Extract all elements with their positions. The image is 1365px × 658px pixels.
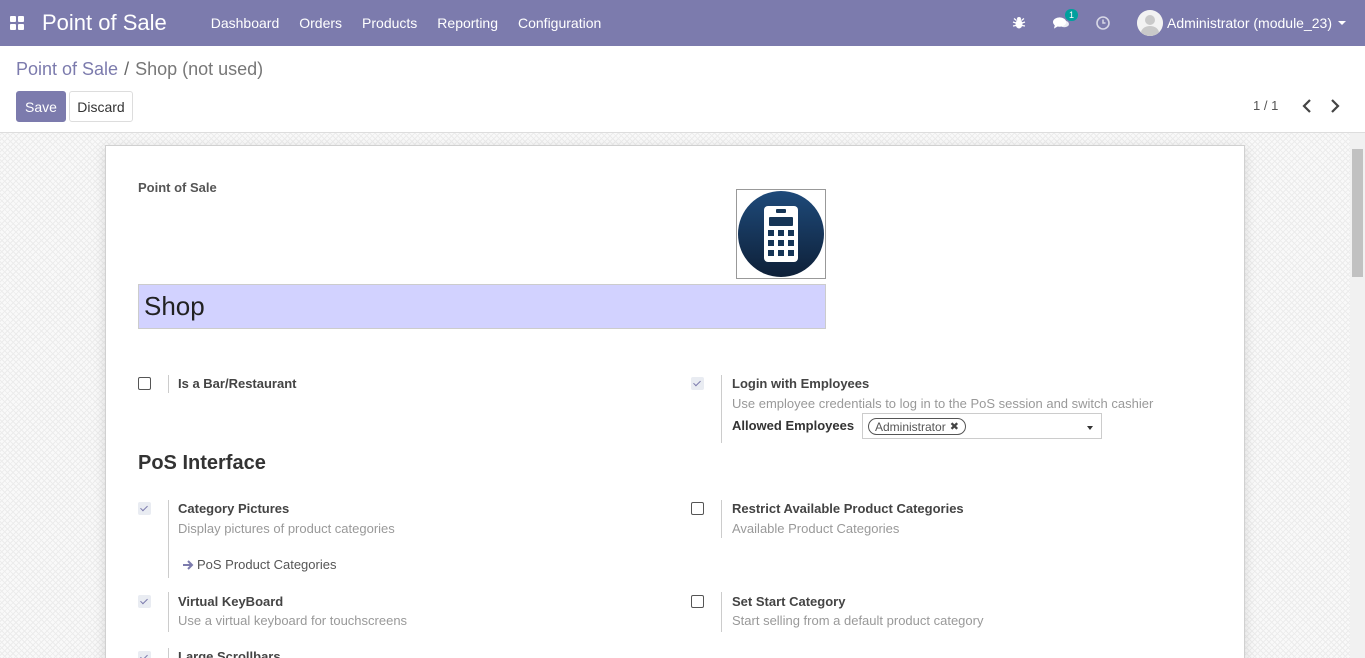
login-employees-label: Login with Employees (732, 376, 870, 391)
discard-button[interactable]: Discard (69, 91, 133, 122)
category-pictures-checkbox[interactable] (138, 502, 151, 515)
arrow-right-icon (183, 559, 194, 570)
remove-tag-icon[interactable]: ✖ (950, 420, 959, 433)
pos-product-categories-label: PoS Product Categories (197, 557, 337, 572)
chat-icon[interactable]: 1 (1053, 9, 1079, 31)
allowed-employees-label: Allowed Employees (732, 418, 855, 433)
calculator-icon (738, 191, 824, 277)
app-brand[interactable]: Point of Sale (42, 10, 167, 36)
avatar[interactable] (1137, 10, 1164, 36)
start-category-checkbox[interactable] (691, 595, 704, 608)
bug-icon[interactable] (1011, 15, 1027, 31)
top-navbar: Point of Sale Dashboard Orders Products … (0, 0, 1365, 46)
category-pictures-label: Category Pictures (178, 501, 290, 516)
menu-item-dashboard[interactable]: Dashboard (211, 15, 280, 31)
menu-item-configuration[interactable]: Configuration (518, 15, 601, 31)
systray: 1 Administrator (module_23) (1011, 0, 1365, 46)
employee-tag: Administrator ✖ (868, 418, 966, 435)
form-section-label: Point of Sale (138, 180, 217, 195)
large-scrollbars-label: Large Scrollbars (178, 649, 281, 658)
form-view: Point of Sale Shop Is a Bar/Restaurant L… (0, 133, 1350, 658)
restrict-categories-checkbox[interactable] (691, 502, 704, 515)
menu-item-reporting[interactable]: Reporting (437, 15, 498, 31)
setting-divider (721, 592, 722, 632)
save-button[interactable]: Save (16, 91, 66, 122)
breadcrumb-separator: / (124, 59, 130, 79)
virtual-keyboard-label: Virtual KeyBoard (178, 594, 284, 609)
is-bar-label: Is a Bar/Restaurant (178, 376, 297, 391)
clock-icon[interactable] (1095, 15, 1111, 31)
setting-divider (721, 500, 722, 538)
is-bar-checkbox[interactable] (138, 377, 151, 390)
chevron-down-icon[interactable] (1338, 21, 1346, 25)
restrict-categories-help: Available Product Categories (732, 521, 900, 536)
restrict-categories-label: Restrict Available Product Categories (732, 501, 964, 516)
setting-divider (168, 375, 169, 393)
messages-badge: 1 (1065, 9, 1079, 21)
chevron-left-icon[interactable] (1300, 98, 1314, 114)
chevron-down-icon[interactable] (1087, 426, 1093, 430)
start-category-help: Start selling from a default product cat… (732, 613, 984, 628)
scrollbar-thumb[interactable] (1352, 149, 1363, 277)
setting-divider (168, 648, 169, 658)
breadcrumb-parent[interactable]: Point of Sale (16, 59, 118, 79)
pager-value[interactable]: 1 / 1 (1253, 98, 1278, 113)
breadcrumb: Point of Sale / Shop (not used) (16, 59, 263, 80)
apps-menu-icon[interactable] (10, 16, 24, 30)
pos-image[interactable] (736, 189, 826, 279)
setting-divider (168, 500, 169, 578)
chevron-right-icon[interactable] (1328, 98, 1342, 114)
user-menu[interactable]: Administrator (module_23) (1167, 15, 1332, 31)
pos-product-categories-link[interactable]: PoS Product Categories (182, 557, 336, 572)
setting-divider (168, 592, 169, 632)
menu-item-orders[interactable]: Orders (299, 15, 342, 31)
main-menu: Dashboard Orders Products Reporting Conf… (211, 15, 602, 31)
login-employees-checkbox[interactable] (691, 377, 704, 390)
category-pictures-help: Display pictures of product categories (178, 521, 395, 536)
employee-tag-label: Administrator (875, 419, 946, 434)
breadcrumb-current: Shop (not used) (135, 59, 264, 79)
scrollbar[interactable] (1350, 133, 1365, 658)
form-sheet: Point of Sale Shop Is a Bar/Restaurant L… (105, 145, 1245, 658)
allowed-employees-field[interactable]: Administrator ✖ (862, 413, 1102, 439)
virtual-keyboard-checkbox[interactable] (138, 595, 151, 608)
virtual-keyboard-help: Use a virtual keyboard for touchscreens (178, 613, 408, 628)
login-employees-help: Use employee credentials to log in to th… (732, 396, 1154, 411)
setting-divider (721, 375, 722, 443)
menu-item-products[interactable]: Products (362, 15, 417, 31)
name-field[interactable]: Shop (138, 284, 826, 329)
start-category-label: Set Start Category (732, 594, 846, 609)
pos-interface-title: PoS Interface (138, 452, 266, 474)
large-scrollbars-checkbox[interactable] (138, 651, 151, 658)
